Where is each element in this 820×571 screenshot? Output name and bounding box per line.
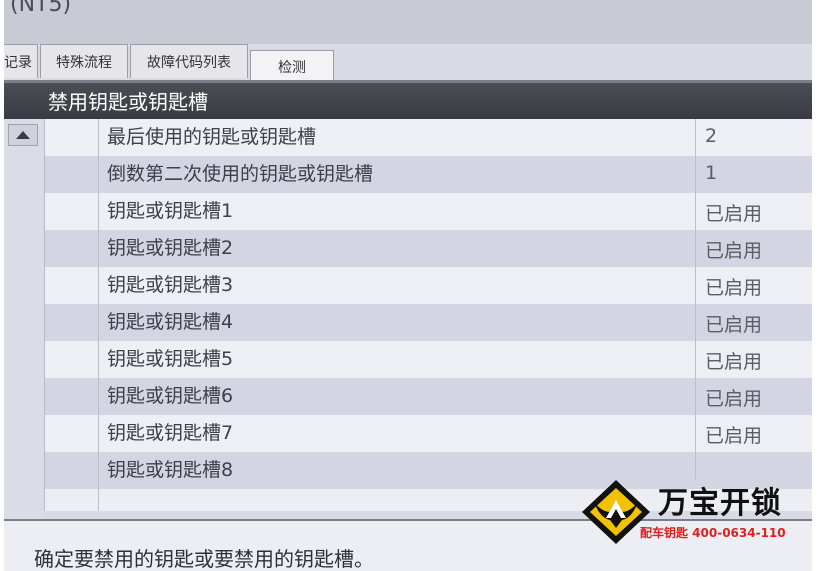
row-label: 钥匙或钥匙槽3	[107, 274, 234, 296]
watermark-brand: 万宝开锁	[658, 486, 782, 521]
row-value: 已启用	[705, 314, 763, 336]
watermark-tagline: 配车钥匙 400-0634-110	[640, 526, 786, 540]
row-label: 钥匙或钥匙槽6	[107, 385, 234, 407]
row-label: 钥匙或钥匙槽2	[107, 237, 234, 259]
table-row[interactable]: 钥匙或钥匙槽3 已启用	[45, 267, 812, 304]
table-row[interactable]: 钥匙或钥匙槽1 已启用	[45, 193, 812, 230]
tab-fault-codes[interactable]: 故障代码列表	[130, 44, 248, 78]
row-label: 钥匙或钥匙槽7	[107, 422, 234, 444]
table-row[interactable]: 钥匙或钥匙槽7 已启用	[45, 415, 812, 452]
table-row[interactable]: 钥匙或钥匙槽5 已启用	[45, 341, 812, 378]
row-label: 倒数第二次使用的钥匙或钥匙槽	[107, 163, 374, 185]
table-row[interactable]: 钥匙或钥匙槽2 已启用	[45, 230, 812, 267]
row-label: 最后使用的钥匙或钥匙槽	[107, 126, 317, 148]
row-label: 钥匙或钥匙槽4	[107, 311, 234, 333]
column-divider	[98, 119, 99, 511]
instruction-text: 确定要禁用的钥匙或要禁用的钥匙槽。	[34, 547, 374, 571]
tab-bar: 记录 特殊流程 故障代码列表 检测	[4, 44, 812, 82]
tab-records[interactable]: 记录	[4, 44, 38, 78]
tab-inspection[interactable]: 检测	[250, 50, 334, 82]
table-row[interactable]: 倒数第二次使用的钥匙或钥匙槽 1	[45, 156, 812, 193]
key-slot-table: 最后使用的钥匙或钥匙槽 2 倒数第二次使用的钥匙或钥匙槽 1 钥匙或钥匙槽1 已…	[44, 119, 812, 511]
table-row[interactable]: 钥匙或钥匙槽6 已启用	[45, 378, 812, 415]
chevron-up-icon	[16, 131, 30, 139]
window-title: (NT5)	[10, 0, 72, 17]
column-divider	[695, 119, 696, 479]
scroll-up-button[interactable]	[8, 124, 38, 146]
row-label: 钥匙或钥匙槽8	[107, 459, 234, 481]
window-title-bar: (NT5)	[4, 0, 812, 44]
scroll-gutter	[4, 119, 44, 519]
row-value: 已启用	[705, 388, 763, 410]
panel-header: 禁用钥匙或钥匙槽	[4, 83, 812, 119]
row-value: 已启用	[705, 277, 763, 299]
tab-special-procedures[interactable]: 特殊流程	[40, 44, 128, 78]
page-title: 禁用钥匙或钥匙槽	[48, 90, 208, 114]
row-label: 钥匙或钥匙槽1	[107, 200, 234, 222]
row-value: 2	[705, 125, 718, 147]
row-value: 1	[705, 162, 718, 184]
row-label: 钥匙或钥匙槽5	[107, 348, 234, 370]
row-value: 已启用	[705, 351, 763, 373]
table-row[interactable]: 钥匙或钥匙槽4 已启用	[45, 304, 812, 341]
watermark: 万宝开锁 配车钥匙 400-0634-110	[580, 476, 816, 546]
row-value: 已启用	[705, 425, 763, 447]
table-row[interactable]: 最后使用的钥匙或钥匙槽 2	[45, 119, 812, 156]
row-value: 已启用	[705, 240, 763, 262]
row-value: 已启用	[705, 203, 763, 225]
